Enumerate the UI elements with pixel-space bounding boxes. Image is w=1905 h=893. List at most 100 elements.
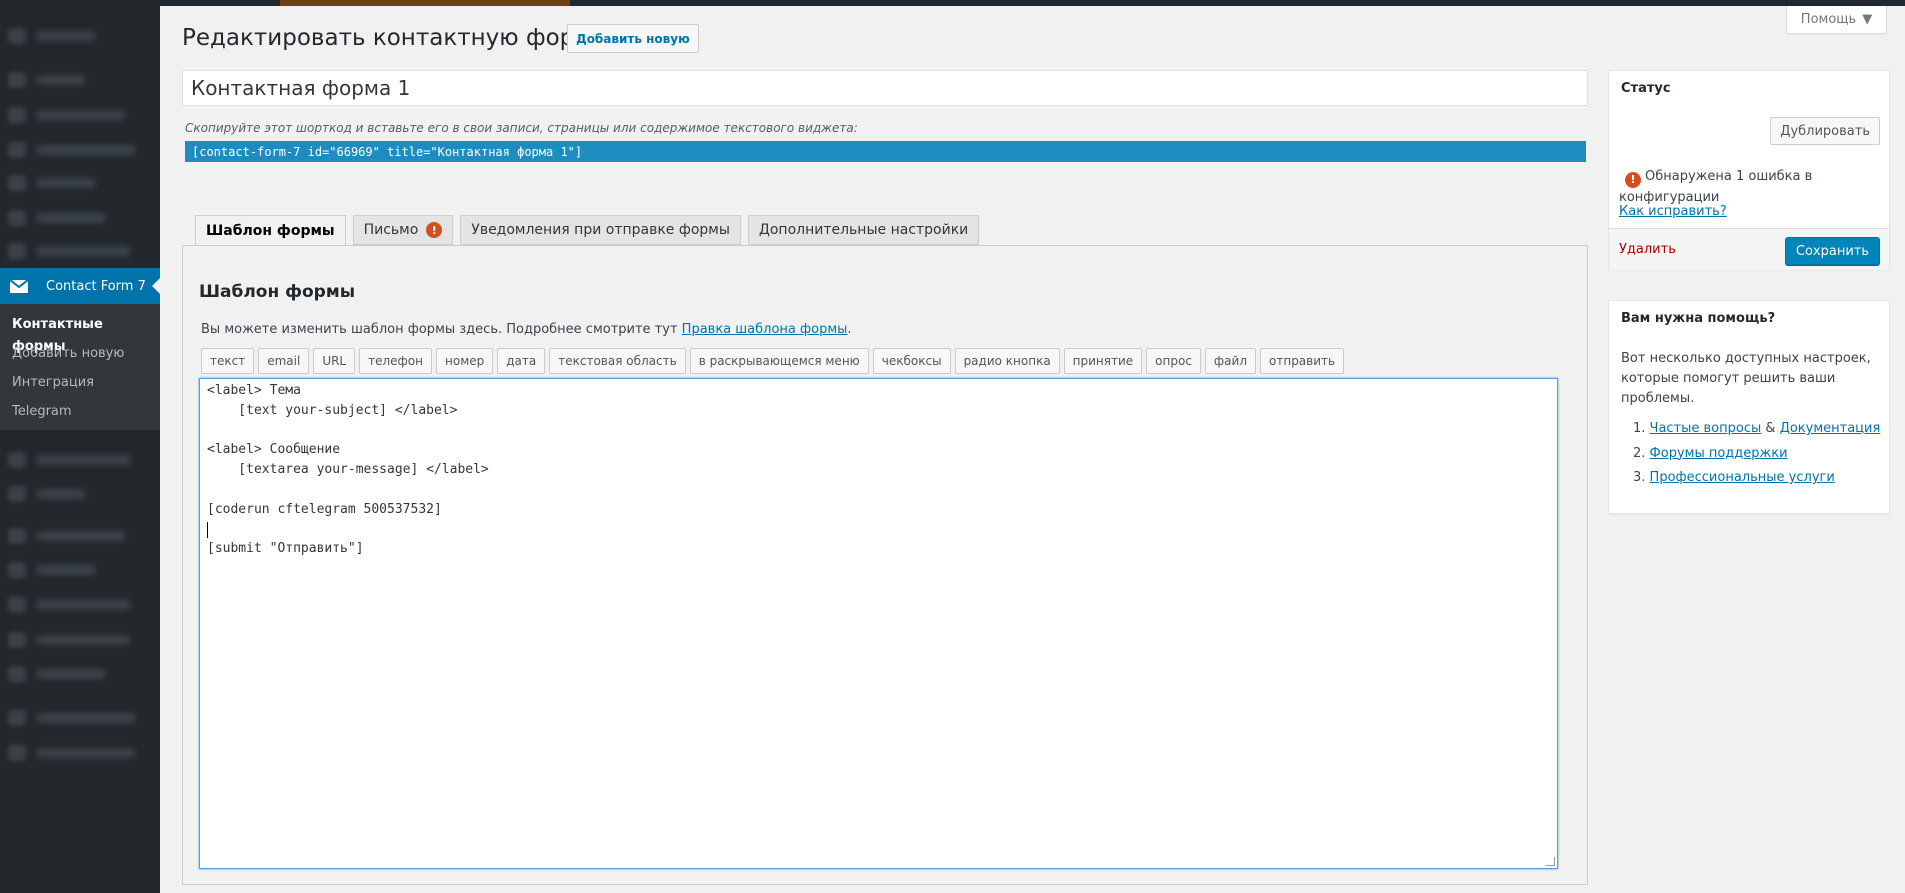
professional-services-link[interactable]: Профессиональные услуги [1650, 470, 1835, 485]
editor-tabs: Шаблон формы Письмо ! Уведомления при от… [195, 215, 980, 246]
sidebar-item-blurred[interactable] [8, 175, 96, 191]
help-links-list: 1. Частые вопросы & Документация 2. Фору… [1633, 421, 1880, 495]
tag-button-textarea[interactable]: текстовая область [549, 348, 686, 374]
resize-handle-icon[interactable] [1546, 857, 1555, 866]
code-line-cursor [207, 521, 1550, 542]
help-box-title: Вам нужна помощь? [1621, 311, 1776, 326]
text-cursor [207, 521, 208, 538]
error-badge-icon: ! [426, 222, 443, 238]
tag-button-radio[interactable]: радио кнопка [954, 348, 1060, 374]
how-to-fix-link[interactable]: Как исправить? [1619, 204, 1727, 219]
code-line: [textarea your-message] </label> [207, 462, 489, 478]
tab-label: Уведомления при отправке формы [471, 222, 730, 238]
delete-link[interactable]: Удалить [1619, 242, 1676, 257]
list-number: 2. [1633, 445, 1646, 461]
tab-label: Дополнительные настройки [758, 222, 969, 238]
help-tab-label: Помощь [1800, 12, 1857, 27]
list-item: 1. Частые вопросы & Документация [1633, 421, 1880, 446]
sidebar-item-blurred[interactable] [8, 28, 96, 44]
shortcode-field[interactable]: [contact-form-7 id="66969" title="Контак… [185, 141, 1586, 162]
duplicate-button[interactable]: Дублировать [1770, 117, 1880, 145]
sidebar-item-blurred[interactable] [8, 745, 136, 761]
code-line: [coderun cftelegram 500537532] [207, 501, 442, 517]
tag-button-email[interactable]: email [258, 348, 310, 374]
sidebar-item-label: Contact Form 7 [46, 278, 146, 294]
panel-description-text: Вы можете изменить шаблон формы здесь. П… [201, 322, 682, 337]
current-menu-arrow [152, 278, 160, 294]
tag-button-number[interactable]: номер [436, 348, 494, 374]
tag-button-select[interactable]: в раскрывающемся меню [689, 348, 869, 374]
list-number: 3. [1633, 470, 1646, 485]
tag-button-checkbox[interactable]: чекбоксы [872, 348, 951, 374]
tab-mail[interactable]: Письмо ! [352, 215, 454, 245]
panel-title: Шаблон формы [199, 282, 356, 302]
docs-link[interactable]: Документация [1780, 421, 1881, 436]
support-forums-link[interactable]: Форумы поддержки [1650, 446, 1788, 461]
tab-label: Письмо [363, 222, 419, 238]
config-error-text: Обнаружена 1 ошибка в конфигурации [1619, 169, 1813, 205]
add-new-button[interactable]: Добавить новую [567, 24, 699, 53]
config-error-notice: ! Обнаружена 1 ошибка в конфигурации [1619, 167, 1879, 207]
tag-button-submit[interactable]: отправить [1260, 348, 1345, 374]
list-item: 3. Профессиональные услуги [1633, 470, 1880, 495]
admin-bar [0, 0, 1905, 6]
sidebar-item-blurred[interactable] [8, 597, 131, 613]
panel-description-suffix: . [847, 322, 852, 337]
sidebar-item-blurred[interactable] [8, 666, 106, 682]
sidebar-item-blurred[interactable] [8, 562, 96, 578]
sidebar-item-blurred[interactable] [8, 710, 136, 726]
tag-button-text[interactable]: текст [201, 348, 255, 374]
form-title-input[interactable]: Контактная форма 1 [182, 70, 1588, 106]
tag-button-acceptance[interactable]: принятие [1063, 348, 1143, 374]
sidebar-item-blurred[interactable] [8, 632, 131, 648]
sidebar-item-blurred[interactable] [8, 107, 126, 123]
submenu-telegram[interactable]: Telegram [0, 401, 160, 430]
panel-description: Вы можете изменить шаблон формы здесь. П… [201, 322, 852, 337]
sidebar-item-blurred[interactable] [8, 243, 131, 259]
sidebar-item-contact-form-7[interactable]: Contact Form 7 [0, 268, 160, 304]
sidebar-item-blurred[interactable] [8, 486, 86, 502]
faq-link[interactable]: Частые вопросы [1650, 421, 1762, 436]
code-line: [submit "Отправить"] [207, 541, 364, 557]
help-tab-button[interactable]: Помощь ▼ [1786, 6, 1887, 34]
sidebar-item-blurred[interactable] [8, 210, 106, 226]
tag-button-quiz[interactable]: опрос [1146, 348, 1201, 374]
tab-messages[interactable]: Уведомления при отправке формы [460, 215, 741, 245]
page-title: Редактировать контактную форму [182, 25, 606, 51]
code-line: [text your-subject] </label> [207, 402, 458, 418]
tab-additional-settings[interactable]: Дополнительные настройки [747, 215, 980, 245]
form-template-textarea[interactable]: <label> Тема [text your-subject] </label… [199, 378, 1558, 869]
sidebar-item-blurred[interactable] [8, 142, 136, 158]
sidebar-item-blurred[interactable] [8, 452, 131, 468]
envelope-icon [9, 278, 29, 293]
tag-generator-buttons: текст email URL телефон номер дата текст… [201, 348, 1345, 374]
list-number: 1. [1633, 421, 1646, 436]
tag-button-file[interactable]: файл [1204, 348, 1257, 374]
status-box-title: Статус [1621, 81, 1671, 96]
caret-down-icon: ▼ [1862, 12, 1873, 27]
status-box: Статус Дублировать ! Обнаружена 1 ошибка … [1608, 70, 1890, 270]
error-icon: ! [1625, 171, 1641, 188]
tag-button-tel[interactable]: телефон [359, 348, 432, 374]
tag-button-url[interactable]: URL [313, 348, 356, 374]
edit-template-link[interactable]: Правка шаблона формы [682, 322, 848, 337]
sidebar-item-blurred[interactable] [8, 528, 126, 544]
admin-bar-accent [280, 0, 570, 6]
sidebar-item-blurred[interactable] [8, 72, 86, 88]
status-box-actions: Удалить Сохранить [1609, 228, 1889, 270]
help-box: Вам нужна помощь? Вот несколько доступны… [1608, 300, 1890, 514]
shortcode-description: Скопируйте этот шорткод и вставьте его в… [185, 121, 858, 135]
save-button[interactable]: Сохранить [1784, 237, 1880, 265]
submenu-add-new[interactable]: Добавить новую [0, 343, 160, 372]
separator: & [1761, 421, 1780, 436]
sidebar-submenu: Контактные формы Добавить новую Интеграц… [0, 304, 160, 430]
tab-form-template[interactable]: Шаблон формы [195, 215, 346, 246]
tag-button-date[interactable]: дата [497, 348, 546, 374]
submenu-integration[interactable]: Интеграция [0, 372, 160, 401]
form-template-panel: Шаблон формы Вы можете изменить шаблон ф… [182, 245, 1588, 885]
code-line: <label> Тема [207, 383, 301, 398]
submenu-contact-forms[interactable]: Контактные формы [0, 314, 160, 354]
help-box-text: Вот несколько доступных настроек, которы… [1621, 351, 1871, 406]
